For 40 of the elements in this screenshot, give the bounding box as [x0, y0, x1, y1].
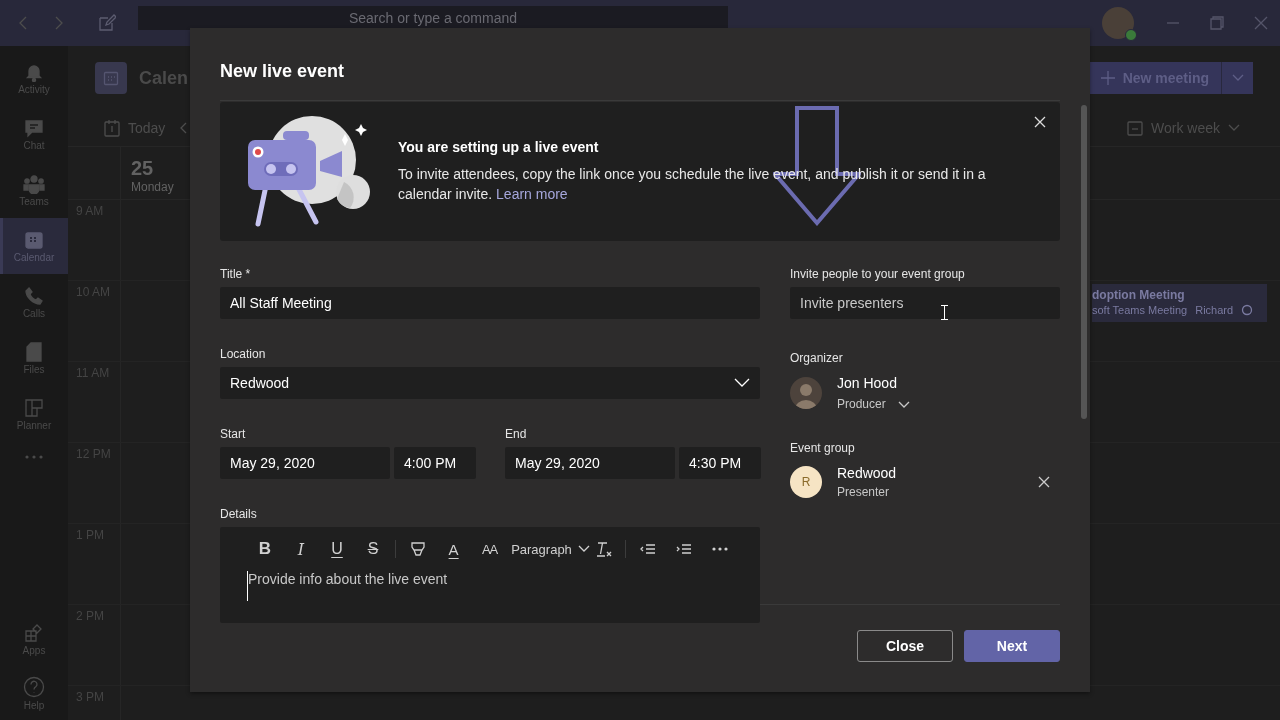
calendar-event[interactable]: doption Meeting soft Teams Meeting Richard — [1092, 284, 1267, 322]
time-field[interactable]: 4:00 PM — [394, 447, 476, 479]
event-organizer: Richard — [1195, 304, 1234, 316]
person-name: Jon Hood — [837, 375, 898, 391]
invite-field[interactable]: Invite presenters — [790, 287, 1060, 319]
person-role: Presenter — [837, 485, 891, 499]
weekday-label: Monday — [131, 180, 174, 194]
field-label: Start — [220, 427, 247, 441]
next-button[interactable]: Next — [964, 630, 1060, 662]
search-field[interactable]: Search or type a command — [138, 6, 728, 30]
paragraph-dropdown[interactable]: Paragraph — [507, 534, 586, 564]
time-field[interactable]: 4:30 PM — [679, 447, 761, 479]
close-button[interactable]: Close — [857, 630, 953, 662]
title-field[interactable]: All Staff Meeting — [220, 287, 760, 319]
field-label: Event group — [790, 441, 856, 455]
role-dropdown[interactable]: Producer — [837, 397, 910, 411]
field-label: Organizer — [790, 351, 844, 365]
location-dropdown[interactable]: Redwood — [220, 367, 760, 399]
field-label: Title * — [220, 267, 252, 281]
date-field[interactable]: May 29, 2020 — [505, 447, 675, 479]
strike-button[interactable]: S — [355, 534, 391, 564]
underline-button[interactable]: U — [319, 534, 355, 564]
banner-heading: You are setting up a live event — [398, 139, 600, 155]
field-label: Details — [220, 507, 258, 521]
details-field[interactable]: Provide info about the live event — [247, 571, 508, 601]
font-size-button[interactable]: AA — [471, 534, 508, 564]
field-label: End — [505, 427, 528, 441]
event-title: doption Meeting — [1092, 288, 1186, 302]
bold-button[interactable]: B — [247, 534, 283, 564]
day-number: 25 — [131, 157, 155, 180]
dialog-title: New live event — [220, 61, 346, 82]
field-label: Invite people to your event group — [790, 267, 966, 281]
date-field[interactable]: May 29, 2020 — [220, 447, 390, 479]
learn-more-link[interactable]: Learn more — [496, 186, 568, 202]
field-label: Location — [220, 347, 267, 361]
font-color-button[interactable]: A — [435, 534, 472, 564]
initial-avatar: R — [790, 466, 822, 498]
person-name: Redwood — [837, 465, 897, 481]
italic-button[interactable]: I — [283, 534, 319, 564]
event-subtitle: soft Teams Meeting — [1092, 304, 1188, 316]
